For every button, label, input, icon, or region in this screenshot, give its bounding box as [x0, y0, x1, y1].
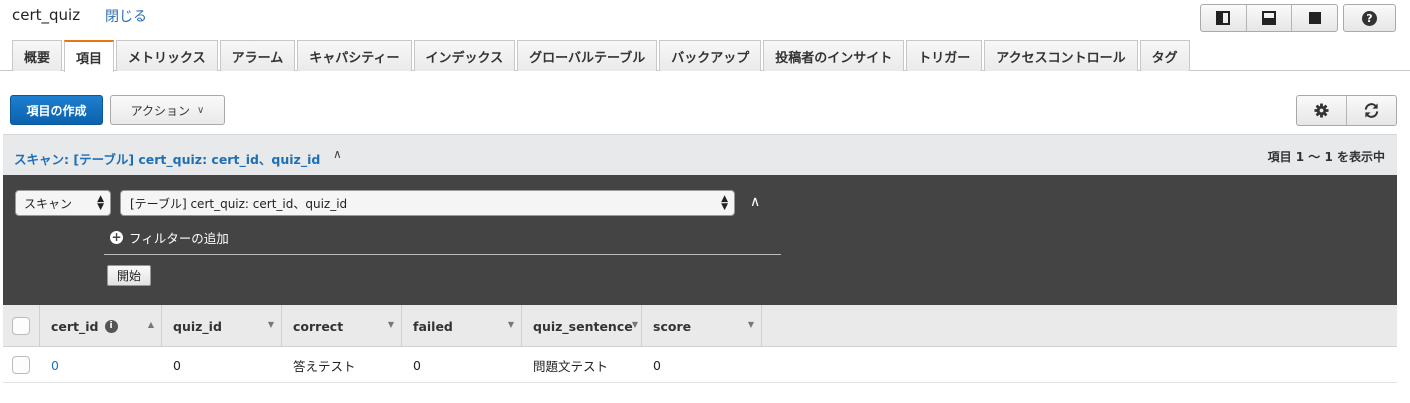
- chevron-down-icon: ∨: [197, 104, 205, 116]
- sort-ascending-icon: ▲: [147, 320, 154, 329]
- sort-icon: ▼: [631, 320, 638, 329]
- help-icon: ?: [1362, 10, 1377, 26]
- tab-capacity[interactable]: キャパシティー: [297, 40, 412, 71]
- chevron-up-icon[interactable]: ∧: [750, 194, 760, 210]
- refresh-icon: [1364, 103, 1379, 118]
- column-label: score: [653, 318, 692, 334]
- row-select-cell: [3, 347, 40, 383]
- item-count-text: 項目 1 〜 1 を表示中: [1267, 150, 1385, 164]
- table-header: cert_id i ▲ quiz_id ▼ correct ▼ failed ▼…: [3, 305, 1397, 347]
- column-label: cert_id: [51, 318, 99, 334]
- tab-metrics[interactable]: メトリックス: [116, 40, 218, 71]
- start-button[interactable]: 開始: [107, 265, 151, 286]
- refresh-button[interactable]: [1347, 96, 1396, 125]
- info-icon[interactable]: i: [104, 319, 118, 333]
- split-bottom-panel-icon: [1262, 11, 1276, 25]
- tab-contributor-insights[interactable]: 投稿者のインサイト: [763, 40, 905, 71]
- table-row[interactable]: 0 0 答えテスト 0 問題文テスト 0: [3, 347, 1397, 383]
- column-header-score[interactable]: score ▼: [642, 305, 762, 347]
- scan-mode-value: スキャン: [24, 196, 73, 211]
- sort-icon: ▼: [747, 320, 754, 329]
- split-right-panel-icon: [1216, 11, 1231, 25]
- table-title: cert_quiz: [12, 6, 81, 24]
- tab-overview[interactable]: 概要: [12, 40, 63, 71]
- cell-failed: 0: [413, 357, 421, 373]
- column-label: quiz_id: [173, 318, 222, 334]
- split-right-layout-button[interactable]: [1201, 5, 1247, 31]
- column-label: failed: [413, 318, 453, 334]
- full-layout-button[interactable]: [1292, 5, 1337, 31]
- sort-icon: ▼: [267, 320, 274, 329]
- select-all-cell: [3, 305, 40, 347]
- add-filter-button[interactable]: + フィルターの追加: [110, 228, 229, 247]
- close-link[interactable]: 閉じる: [105, 6, 147, 26]
- help-button[interactable]: ?: [1343, 4, 1396, 32]
- column-label: correct: [293, 318, 344, 334]
- column-header-quiz-id[interactable]: quiz_id ▼: [162, 305, 282, 347]
- filter-divider: [104, 254, 781, 255]
- tab-backups[interactable]: バックアップ: [659, 40, 762, 71]
- column-header-correct[interactable]: correct ▼: [282, 305, 402, 347]
- actions-dropdown[interactable]: アクション ∨: [110, 95, 225, 125]
- gear-icon: [1314, 103, 1329, 118]
- add-filter-label: フィルターの追加: [129, 231, 229, 246]
- column-header-failed[interactable]: failed ▼: [402, 305, 522, 347]
- table-index-select[interactable]: [テーブル] cert_quiz: cert_id、quiz_id ▲ ▼: [120, 190, 735, 216]
- tab-bar: 概要 項目 メトリックス アラーム キャパシティー インデックス グローバルテー…: [12, 40, 1192, 72]
- scan-title-link[interactable]: スキャン: [テーブル] cert_quiz: cert_id、quiz_id: [14, 149, 320, 168]
- query-panel: スキャン ▲ ▼ [テーブル] cert_quiz: cert_id、quiz_i…: [3, 175, 1397, 305]
- split-bottom-layout-button[interactable]: [1247, 5, 1293, 31]
- cell-cert-id[interactable]: 0: [40, 347, 162, 383]
- cell-quiz-sentence: 問題文テスト: [533, 358, 609, 374]
- tab-items[interactable]: 項目: [64, 40, 115, 72]
- full-panel-icon: [1308, 12, 1321, 24]
- table-tools-group: [1296, 95, 1397, 126]
- cell-correct: 答えテスト: [293, 358, 356, 374]
- tab-triggers[interactable]: トリガー: [906, 40, 983, 71]
- layout-toggle-group: [1200, 4, 1338, 32]
- plus-circle-icon: +: [110, 230, 123, 244]
- tab-access-control[interactable]: アクセスコントロール: [984, 40, 1138, 71]
- tab-indexes[interactable]: インデックス: [413, 40, 516, 71]
- settings-button[interactable]: [1297, 96, 1347, 125]
- tab-tags[interactable]: タグ: [1139, 40, 1190, 71]
- updown-arrow-icon: ▲ ▼: [97, 194, 104, 212]
- table-index-value: [テーブル] cert_quiz: cert_id、quiz_id: [130, 196, 348, 211]
- select-all-checkbox[interactable]: [12, 317, 30, 335]
- scan-mode-select[interactable]: スキャン ▲ ▼: [15, 190, 111, 216]
- chevron-up-icon[interactable]: ∧: [333, 147, 342, 161]
- tab-global-tables[interactable]: グローバルテーブル: [517, 40, 658, 71]
- column-header-quiz-sentence[interactable]: quiz_sentence ▼: [522, 305, 642, 347]
- cell-score: 0: [653, 357, 661, 373]
- scan-summary-bar: スキャン: [テーブル] cert_quiz: cert_id、quiz_id …: [3, 134, 1397, 175]
- sort-icon: ▼: [507, 320, 514, 329]
- column-header-cert-id[interactable]: cert_id i ▲: [40, 305, 162, 347]
- sort-icon: ▼: [387, 320, 394, 329]
- updown-arrow-icon: ▲ ▼: [721, 194, 728, 212]
- actions-label: アクション: [130, 103, 191, 118]
- create-item-button[interactable]: 項目の作成: [10, 95, 103, 125]
- row-checkbox[interactable]: [12, 356, 30, 374]
- column-label: quiz_sentence: [533, 318, 633, 334]
- cell-quiz-id: 0: [173, 357, 181, 373]
- tab-alarms[interactable]: アラーム: [219, 40, 296, 71]
